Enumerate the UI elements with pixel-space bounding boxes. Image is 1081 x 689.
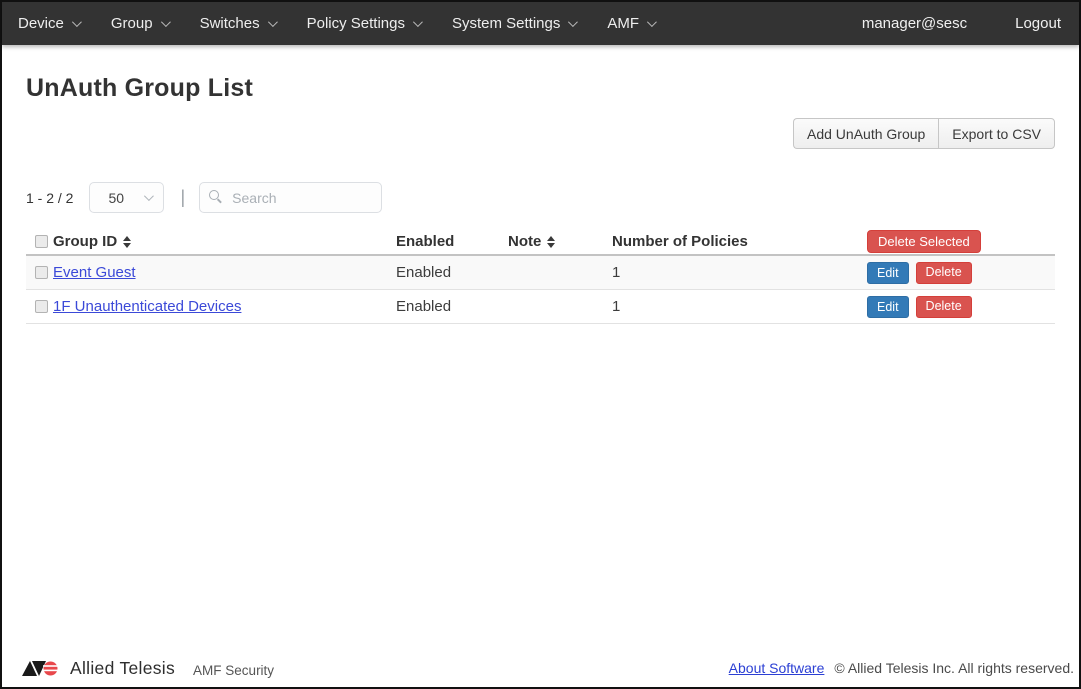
sort-desc-icon [123,243,131,248]
brand-name: Allied Telesis [70,658,175,679]
table-row: Event Guest Enabled 1 Edit Delete [26,256,1055,290]
export-csv-button[interactable]: Export to CSV [938,118,1055,149]
enabled-value: Enabled [396,298,508,315]
chevron-down-icon [72,17,82,27]
chevron-down-icon [647,17,657,27]
column-header-group-id[interactable]: Group ID [53,233,117,250]
sort-asc-icon [547,236,555,241]
enabled-value: Enabled [396,264,508,281]
main-content: UnAuth Group List Add UnAuth Group Expor… [2,45,1079,651]
sort-icon[interactable] [547,236,555,248]
list-toolbar: 1 - 2 / 2 50 | [26,182,1055,213]
nav-menu-amf[interactable]: AMF [607,15,654,32]
row-checkbox[interactable] [35,300,48,313]
edit-button[interactable]: Edit [867,296,909,318]
chevron-down-icon [144,191,154,201]
logout-button[interactable]: Logout [1015,15,1061,32]
logged-in-user: manager@sesc [862,15,967,32]
nav-menu-group[interactable]: Group [111,15,168,32]
column-header-note[interactable]: Note [508,233,541,250]
unauth-group-table: Group ID Enabled Note Number of Policies… [26,229,1055,324]
table-header-row: Group ID Enabled Note Number of Policies… [26,229,1055,256]
select-all-checkbox[interactable] [35,235,48,248]
nav-menu-label: System Settings [452,15,560,32]
nav-menu-label: Group [111,15,153,32]
chevron-down-icon [268,17,278,27]
edit-button[interactable]: Edit [867,262,909,284]
toolbar-separator: | [180,187,185,208]
row-checkbox[interactable] [35,266,48,279]
nav-menu-policy-settings[interactable]: Policy Settings [307,15,420,32]
search-input[interactable] [199,182,382,213]
nav-menu-label: Switches [200,15,260,32]
footer: Allied Telesis AMF Security About Softwa… [2,651,1079,687]
delete-button[interactable]: Delete [916,296,972,318]
sort-icon[interactable] [123,236,131,248]
nav-menu-label: Policy Settings [307,15,405,32]
about-software-link[interactable]: About Software [729,660,825,676]
column-header-enabled: Enabled [396,233,454,250]
nav-menu-label: Device [18,15,64,32]
policies-count: 1 [612,264,842,281]
search-box [199,182,382,213]
sort-desc-icon [547,243,555,248]
allied-telesis-logo-icon [22,658,62,679]
header-action-buttons: Add UnAuth Group Export to CSV [793,118,1055,149]
delete-selected-button[interactable]: Delete Selected [867,230,981,253]
page-size-value: 50 [108,190,124,206]
table-row: 1F Unauthenticated Devices Enabled 1 Edi… [26,290,1055,324]
group-link[interactable]: Event Guest [53,264,136,281]
pagination-range: 1 - 2 / 2 [26,190,73,206]
sort-asc-icon [123,236,131,241]
delete-button[interactable]: Delete [916,262,972,284]
product-name: AMF Security [193,659,274,678]
nav-menu-device[interactable]: Device [18,15,79,32]
policies-count: 1 [612,298,842,315]
page-title: UnAuth Group List [26,74,1055,103]
copyright-text: © Allied Telesis Inc. All rights reserve… [834,660,1074,676]
chevron-down-icon [161,17,171,27]
nav-menu-system-settings[interactable]: System Settings [452,15,575,32]
top-navbar: Device Group Switches Policy Settings Sy… [2,2,1079,45]
column-header-policies: Number of Policies [612,233,748,250]
chevron-down-icon [568,17,578,27]
add-unauth-group-button[interactable]: Add UnAuth Group [793,118,938,149]
page-size-select[interactable]: 50 [89,182,164,213]
nav-menu-switches[interactable]: Switches [200,15,275,32]
group-link[interactable]: 1F Unauthenticated Devices [53,298,241,315]
nav-menu-label: AMF [607,15,639,32]
search-icon [209,190,219,200]
chevron-down-icon [413,17,423,27]
